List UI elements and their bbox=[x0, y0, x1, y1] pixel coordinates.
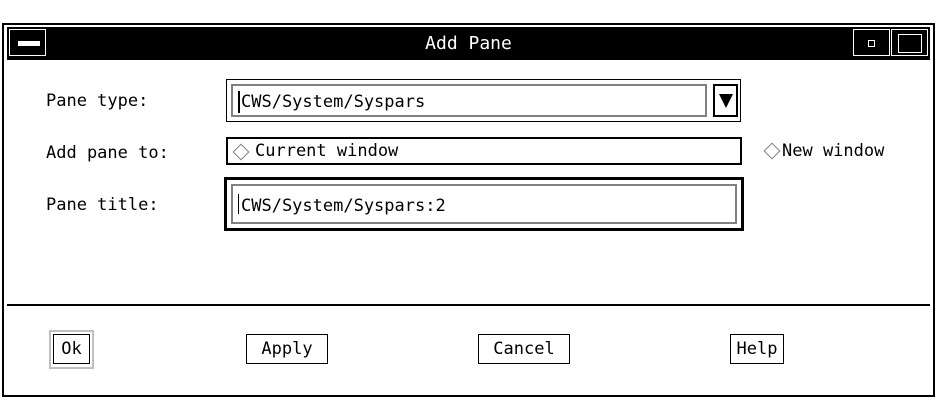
help-button[interactable]: Help bbox=[730, 334, 784, 364]
radio-current-window[interactable]: Current window bbox=[226, 137, 742, 165]
pane-type-combobox[interactable]: CWS/System/Syspars bbox=[226, 79, 741, 122]
pane-title-box[interactable]: CWS/System/Syspars:2 bbox=[224, 177, 744, 231]
maximize-icon[interactable] bbox=[891, 29, 928, 56]
text-cursor bbox=[238, 194, 239, 214]
title-bar[interactable]: Add Pane bbox=[7, 27, 930, 60]
apply-button[interactable]: Apply bbox=[246, 334, 328, 364]
cancel-button[interactable]: Cancel bbox=[478, 334, 570, 364]
radio-new-window-label[interactable]: New window bbox=[782, 141, 884, 161]
radio-diamond-icon[interactable] bbox=[232, 143, 250, 161]
button-divider bbox=[7, 304, 930, 306]
window-title: Add Pane bbox=[425, 33, 512, 54]
pane-type-input[interactable]: CWS/System/Syspars bbox=[231, 84, 707, 117]
radio-current-window-label: Current window bbox=[255, 141, 399, 161]
text-cursor bbox=[238, 91, 240, 113]
pane-title-value: CWS/System/Syspars:2 bbox=[241, 196, 446, 216]
pane-title-input[interactable]: CWS/System/Syspars:2 bbox=[231, 184, 737, 224]
pane-type-label: Pane type: bbox=[46, 91, 149, 111]
dropdown-arrow-icon[interactable] bbox=[713, 84, 738, 117]
pane-title-label: Pane title: bbox=[46, 195, 159, 215]
minimize-icon[interactable] bbox=[853, 29, 890, 56]
add-pane-to-label: Add pane to: bbox=[46, 143, 169, 163]
ok-button[interactable]: Ok bbox=[53, 334, 90, 364]
pane-type-value: CWS/System/Syspars bbox=[241, 92, 426, 112]
